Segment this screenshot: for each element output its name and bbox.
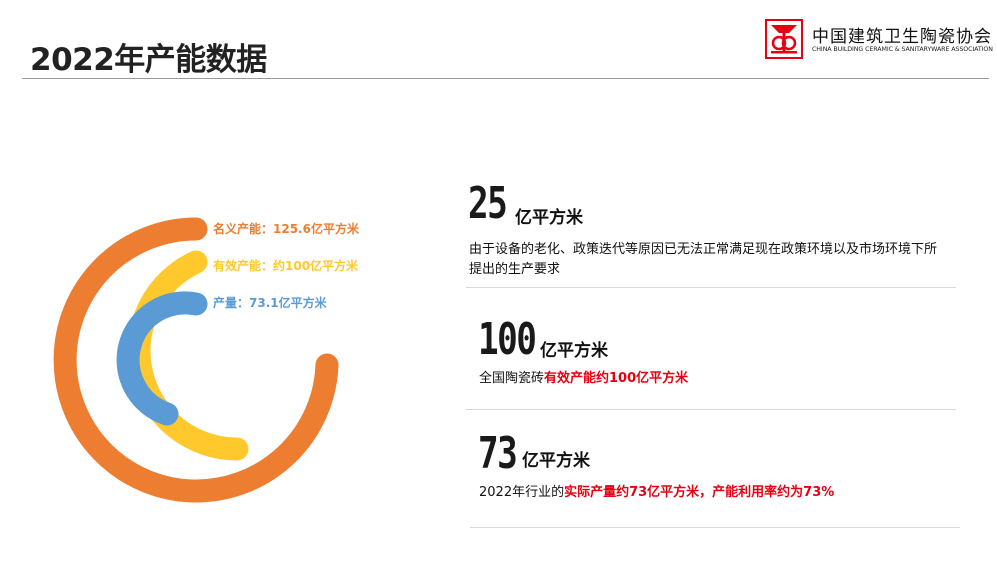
- stat-description: 由于设备的老化、政策迭代等原因已无法正常满足现在政策环境以及市场环境下所提出的生…: [469, 242, 938, 277]
- stat-description-highlight: 有效产能约100亿平方米: [544, 371, 689, 386]
- stat-description-text: 全国陶瓷砖: [479, 371, 545, 386]
- stat-description: 2022年行业的实际产量约73亿平方米，产能利用率约为73%: [479, 483, 834, 503]
- output-label: 产量：73.1亿平方米: [213, 296, 327, 310]
- stat-description: 全国陶瓷砖有效产能约100亿平方米: [479, 369, 688, 389]
- ring-effective-capacity: [127, 250, 249, 461]
- stat-divider: [466, 287, 956, 288]
- stat-divider: [466, 409, 956, 410]
- stat-value: 73: [478, 428, 518, 479]
- effective-capacity-label: 有效产能：约100亿平方米: [213, 259, 359, 273]
- stat-unit: 亿平方米: [522, 451, 590, 471]
- stat-unit: 亿平方米: [540, 341, 608, 361]
- nominal-capacity-label: 名义产能：125.6亿平方米: [213, 222, 359, 236]
- stat-value: 25: [468, 178, 508, 229]
- stat-description-highlight: 实际产量约73亿平方米，产能利用率约为73%: [564, 485, 835, 500]
- stat-unit: 亿平方米: [515, 208, 583, 228]
- stat-value: 100: [478, 314, 537, 365]
- stat-description-text: 2022年行业的: [479, 485, 565, 500]
- stat-divider: [470, 527, 960, 528]
